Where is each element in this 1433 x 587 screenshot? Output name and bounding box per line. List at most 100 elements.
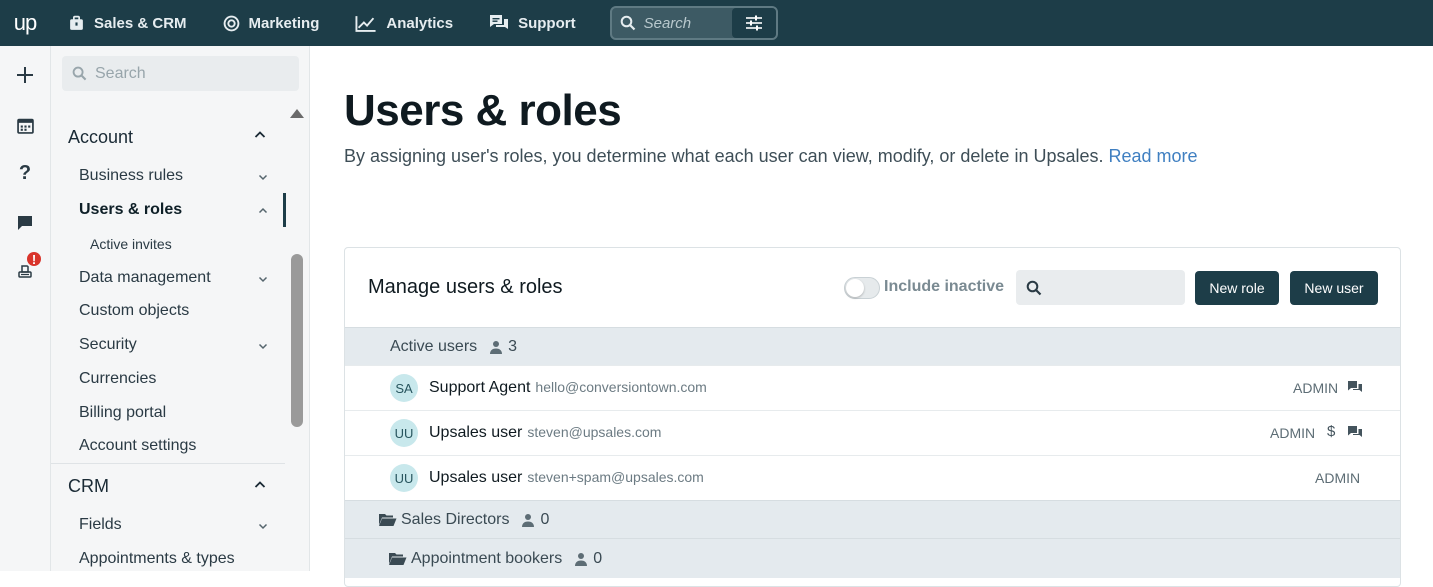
support-chat-icon (1347, 425, 1363, 444)
avatar: UU (390, 464, 418, 492)
main-content: Users & roles By assigning user's roles,… (311, 46, 1433, 587)
folder-open-icon (389, 552, 407, 565)
nav-analytics-label: Analytics (386, 14, 454, 32)
sidebar-item-fields[interactable]: Fields (79, 516, 122, 534)
group-label: Active users (390, 337, 478, 355)
user-count-value: 0 (540, 510, 550, 528)
settings-sidebar: Search Account Business rules Users & ro… (51, 46, 310, 571)
nav-support-label: Support (518, 14, 576, 32)
chevron-down-icon[interactable] (258, 271, 268, 289)
section-divider (51, 463, 285, 464)
user-email: steven@upsales.com (527, 424, 662, 440)
chevron-down-icon[interactable] (258, 518, 268, 536)
user-email: hello@conversiontown.com (535, 379, 707, 395)
search-icon (1026, 280, 1042, 295)
new-user-button[interactable]: New user (1290, 271, 1378, 305)
card-title: Manage users & roles (368, 276, 563, 298)
search-filter-button[interactable] (731, 8, 776, 38)
avatar: UU (390, 419, 418, 447)
scrollbar-thumb[interactable] (291, 254, 303, 427)
chevron-down-icon[interactable] (258, 338, 268, 356)
read-more-link[interactable]: Read more (1109, 146, 1198, 166)
dollar-icon: $ (1327, 423, 1336, 440)
nav-analytics[interactable]: Analytics (337, 0, 471, 46)
sidebar-item-custom-objects[interactable]: Custom objects (79, 302, 189, 320)
global-search-placeholder: Search (643, 14, 692, 32)
avatar: SA (390, 374, 418, 402)
chart-line-icon (355, 15, 377, 32)
users-search-input[interactable] (1016, 270, 1185, 305)
briefcase-icon (68, 15, 85, 32)
user-count: 0 (574, 550, 602, 568)
top-navigation-bar: up Sales & CRM Marketing Analytics Suppo… (0, 0, 1433, 46)
include-inactive-toggle[interactable] (844, 277, 880, 299)
search-icon (72, 66, 87, 81)
support-chat-icon (1347, 380, 1363, 399)
calendar-icon[interactable] (13, 113, 37, 137)
user-email: steven+spam@upsales.com (527, 469, 704, 485)
table-row[interactable]: UU Upsales user steven@upsales.com ADMIN … (345, 410, 1400, 455)
plus-icon[interactable] (13, 63, 37, 87)
group-label: Sales Directors (401, 510, 510, 528)
user-name-cell: Support Agent hello@conversiontown.com (429, 379, 707, 397)
sidebar-item-users-roles[interactable]: Users & roles (79, 201, 182, 219)
global-search[interactable]: Search (609, 6, 778, 40)
nav-support[interactable]: Support (471, 0, 594, 46)
include-inactive-label[interactable]: Include inactive (884, 278, 1004, 296)
chevron-up-icon[interactable] (254, 478, 266, 496)
sidebar-item-appointments-types[interactable]: Appointments & types (79, 550, 235, 568)
search-icon (620, 15, 636, 31)
sidebar-item-data-management[interactable]: Data management (79, 269, 211, 287)
chat-bubbles-icon (489, 14, 509, 32)
sidebar-search-placeholder: Search (95, 64, 146, 82)
chat-icon[interactable] (13, 211, 37, 235)
sidebar-item-security[interactable]: Security (79, 336, 137, 354)
person-icon (490, 340, 503, 354)
sidebar-item-business-rules[interactable]: Business rules (79, 167, 183, 185)
nav-sales-crm-label: Sales & CRM (94, 14, 187, 32)
help-icon[interactable]: ? (13, 161, 37, 185)
chevron-up-icon[interactable] (258, 203, 268, 221)
section-crm-title[interactable]: CRM (68, 476, 109, 497)
sidebar-item-active-invites[interactable]: Active invites (90, 236, 172, 252)
section-account-title[interactable]: Account (68, 127, 133, 148)
user-name: Upsales user (429, 469, 523, 486)
person-icon (522, 513, 535, 527)
user-count-value: 3 (508, 337, 518, 355)
user-count-value: 0 (593, 549, 603, 567)
user-count: 0 (521, 511, 549, 529)
page-description-text: By assigning user's roles, you determine… (344, 146, 1104, 166)
chevron-down-icon[interactable] (258, 169, 268, 187)
group-row-active-users[interactable]: Active users 3 (345, 327, 1400, 365)
chevron-up-icon[interactable] (254, 128, 266, 146)
sidebar-search-input[interactable]: Search (62, 56, 299, 91)
sliders-icon (745, 15, 762, 31)
sidebar-item-billing-portal[interactable]: Billing portal (79, 404, 166, 422)
scroll-up-arrow-icon[interactable] (290, 109, 304, 118)
sidebar-item-account-settings[interactable]: Account settings (79, 437, 196, 455)
folder-open-icon (379, 513, 397, 526)
user-role: ADMIN (1293, 380, 1339, 396)
table-row[interactable]: UU Upsales user steven+spam@upsales.com A… (345, 455, 1400, 500)
user-count: 3 (489, 338, 517, 356)
nav-marketing[interactable]: Marketing (205, 0, 338, 46)
sidebar-item-currencies[interactable]: Currencies (79, 370, 156, 388)
group-row-appointment-bookers[interactable]: Appointment bookers 0 (345, 538, 1400, 578)
user-name: Upsales user (429, 424, 523, 441)
page-description: By assigning user's roles, you determine… (344, 146, 1198, 167)
notifications-icon[interactable]: ! (13, 250, 43, 283)
user-name-cell: Upsales user steven+spam@upsales.com (429, 469, 704, 487)
person-icon (575, 552, 588, 566)
new-role-button[interactable]: New role (1195, 271, 1279, 305)
upsales-logo[interactable]: up (0, 0, 50, 46)
sidebar-scrollbar[interactable] (289, 104, 304, 571)
nav-marketing-label: Marketing (248, 14, 320, 32)
user-role: ADMIN (1315, 470, 1361, 486)
manage-users-card: Manage users & roles Include inactive Ne… (344, 247, 1401, 587)
user-name-cell: Upsales user steven@upsales.com (429, 424, 661, 442)
user-role: ADMIN (1270, 425, 1316, 441)
group-label: Appointment bookers (411, 549, 563, 567)
nav-sales-crm[interactable]: Sales & CRM (50, 0, 205, 46)
group-row-sales-directors[interactable]: Sales Directors 0 (345, 500, 1400, 538)
table-row[interactable]: SA Support Agent hello@conversiontown.com… (345, 365, 1400, 410)
